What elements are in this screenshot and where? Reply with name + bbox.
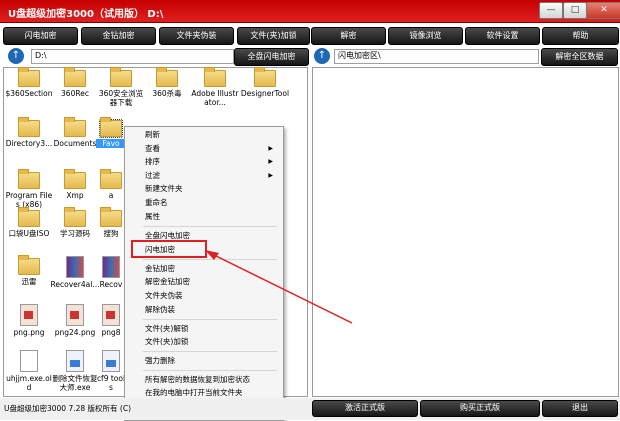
activate-button[interactable]: 激活正式版 [312,400,418,417]
annotation-arrow-icon [205,250,353,324]
exit-button[interactable]: 退出 [542,400,618,417]
buy-button[interactable]: 购买正式版 [420,400,540,417]
status-bar: U盘超级加密3000 7.28 版权所有 (C) 激活正式版 购买正式版 退出 [0,398,620,420]
version-text: U盘超级加密3000 7.28 版权所有 (C) [4,404,132,413]
